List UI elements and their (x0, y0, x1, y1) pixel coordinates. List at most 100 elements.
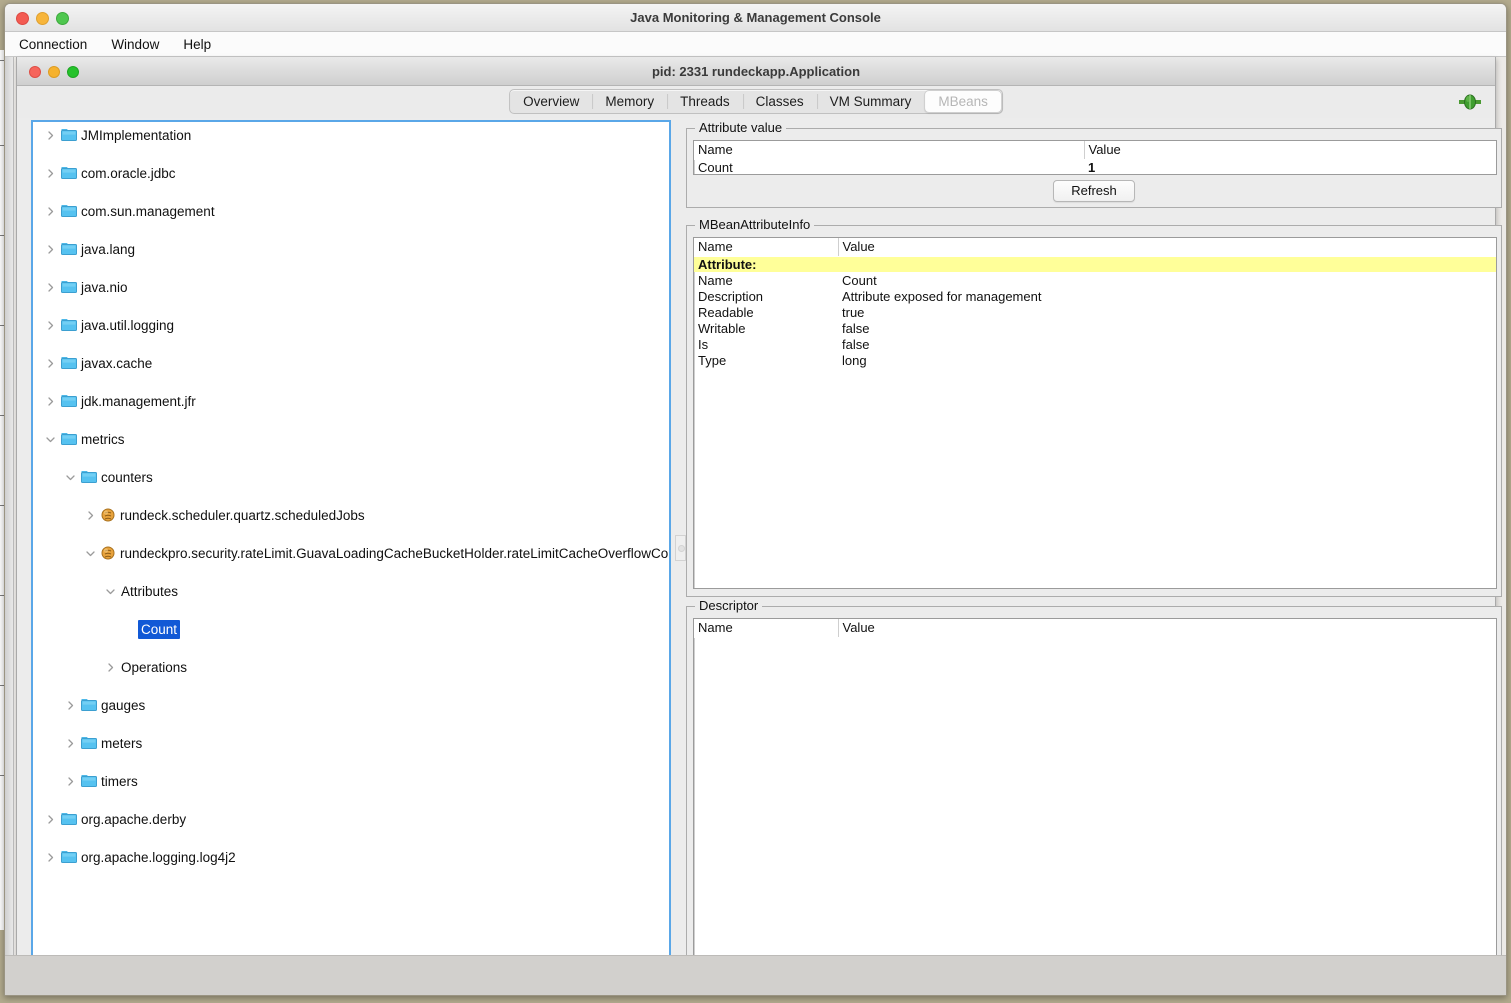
tree-item[interactable]: javax.cache (33, 354, 669, 373)
tree-item[interactable]: metrics (33, 430, 669, 449)
tree-item-label: Operations (121, 660, 188, 675)
tree-item[interactable]: Count (33, 620, 669, 639)
table-row[interactable]: Is false (694, 336, 1496, 352)
tree-item[interactable]: gauges (33, 696, 669, 715)
tree-item[interactable]: java.nio (33, 278, 669, 297)
attribute-value-header-row: Name Value (694, 141, 1496, 160)
tree-item[interactable]: rundeck.scheduler.quartz.scheduledJobs (33, 506, 669, 525)
tree-item[interactable]: counters (33, 468, 669, 487)
tree-item[interactable]: org.apache.logging.log4j2 (33, 848, 669, 867)
attribute-name-cell: Count (698, 159, 733, 175)
folder-icon (61, 204, 77, 219)
attribute-value-tablebox[interactable]: Name Value Count 1 (693, 140, 1497, 175)
descriptor-col-value[interactable]: Value (838, 619, 1496, 638)
attribute-value-col-value[interactable]: Value (1084, 141, 1496, 160)
descriptor-group: Descriptor Name Value (686, 598, 1502, 984)
table-row[interactable]: Name Count (694, 272, 1496, 288)
chevron-right-icon[interactable] (43, 202, 57, 221)
chevron-right-icon[interactable] (63, 696, 77, 715)
tab-overview[interactable]: Overview (510, 90, 592, 113)
attribute-value-group: Attribute value Name Value Count 1 Refre… (686, 120, 1502, 208)
mbean-detail-panel: Attribute value Name Value Count 1 Refre… (686, 120, 1502, 984)
tree-item[interactable]: Operations (33, 658, 669, 677)
attribute-value-table: Name Value Count 1 (694, 141, 1496, 175)
tree-item-label: rundeckpro.security.rateLimit.GuavaLoadi… (120, 546, 671, 561)
tree-item[interactable]: rundeckpro.security.rateLimit.GuavaLoadi… (33, 544, 669, 563)
descriptor-tablebox[interactable]: Name Value (693, 618, 1497, 976)
refresh-button[interactable]: Refresh (1053, 180, 1135, 202)
table-row[interactable]: Attribute: (694, 256, 1496, 272)
table-row[interactable]: Readable true (694, 304, 1496, 320)
mbean-tree-panel[interactable]: JMImplementation com.oracle.jdbc com.sun.m… (31, 120, 671, 965)
info-name-cell: Readable (698, 304, 754, 320)
tree-item-label: metrics (81, 432, 125, 447)
tab-mbeans[interactable]: MBeans (924, 90, 1002, 113)
table-row[interactable]: Type long (694, 352, 1496, 368)
tree-item[interactable]: Attributes (33, 582, 669, 601)
menu-window[interactable]: Window (99, 32, 171, 57)
tree-item[interactable]: jdk.management.jfr (33, 392, 669, 411)
chevron-right-icon[interactable] (43, 164, 57, 183)
mbean-icon (101, 508, 117, 523)
table-row[interactable]: Count 1 (694, 159, 1496, 175)
chevron-right-icon[interactable] (63, 772, 77, 791)
chevron-right-icon[interactable] (43, 848, 57, 867)
tree-item[interactable]: timers (33, 772, 669, 791)
tree-item[interactable]: com.oracle.jdbc (33, 164, 669, 183)
mdi-desktop: pid: 2331 rundeckapp.Application Overvie… (5, 57, 1506, 995)
attribute-value-title: Attribute value (695, 120, 787, 135)
descriptor-title: Descriptor (695, 598, 763, 613)
chevron-down-icon[interactable] (63, 468, 77, 487)
tab-classes[interactable]: Classes (742, 90, 817, 113)
info-name-cell: Type (698, 352, 727, 368)
tree-item-label: Count (138, 620, 181, 639)
table-row[interactable]: Description Attribute exposed for managem… (694, 288, 1496, 304)
tree-item[interactable]: org.apache.derby (33, 810, 669, 829)
tree-item[interactable]: com.sun.management (33, 202, 669, 221)
chevron-right-icon[interactable] (83, 506, 97, 525)
chevron-right-icon[interactable] (43, 316, 57, 335)
chevron-right-icon[interactable] (43, 278, 57, 297)
menu-help[interactable]: Help (171, 32, 223, 57)
split-pane-grip[interactable] (675, 535, 686, 561)
tree-item[interactable]: meters (33, 734, 669, 753)
tree-item-label: java.nio (81, 280, 128, 295)
tab-memory[interactable]: Memory (592, 90, 667, 113)
info-value-cell: long (842, 352, 867, 368)
chevron-right-icon[interactable] (43, 240, 57, 259)
mbean-tree[interactable]: JMImplementation com.oracle.jdbc com.sun.m… (33, 126, 669, 865)
split-pane-divider[interactable] (674, 120, 686, 965)
info-value-cell (838, 256, 1496, 272)
chevron-down-icon[interactable] (43, 430, 57, 449)
menu-bar: Connection Window Help (5, 32, 1506, 57)
tree-item[interactable]: java.util.logging (33, 316, 669, 335)
mbean-info-col-value[interactable]: Value (838, 238, 1496, 257)
tree-item-label: JMImplementation (81, 128, 192, 143)
chevron-right-icon[interactable] (43, 126, 57, 145)
mbean-info-col-name[interactable]: Name (694, 238, 839, 257)
table-row[interactable]: Writable false (694, 320, 1496, 336)
chevron-right-icon[interactable] (63, 734, 77, 753)
attribute-value-col-name[interactable]: Name (694, 141, 1085, 160)
chevron-right-icon[interactable] (43, 392, 57, 411)
folder-icon (61, 850, 77, 865)
mbean-attribute-info-tablebox[interactable]: Name Value Attribute: Name Count Descriptio… (693, 237, 1497, 589)
connect-plug-icon[interactable] (1459, 94, 1481, 110)
tree-item-label: java.util.logging (81, 318, 175, 333)
tree-item[interactable]: java.lang (33, 240, 669, 259)
chevron-down-icon[interactable] (83, 544, 97, 563)
chevron-right-icon[interactable] (43, 354, 57, 373)
tree-item[interactable]: JMImplementation (33, 126, 669, 145)
chevron-right-icon[interactable] (43, 810, 57, 829)
window-title: Java Monitoring & Management Console (630, 10, 881, 25)
chevron-down-icon[interactable] (103, 582, 117, 601)
tab-vm-summary[interactable]: VM Summary (816, 90, 925, 113)
descriptor-col-name[interactable]: Name (694, 619, 839, 638)
menu-connection[interactable]: Connection (7, 32, 99, 57)
folder-icon (61, 166, 77, 181)
chevron-right-icon[interactable] (103, 658, 117, 677)
internal-frame-title: pid: 2331 rundeckapp.Application (651, 64, 861, 79)
folder-icon (81, 470, 97, 485)
info-value-cell: false (842, 336, 870, 352)
tab-threads[interactable]: Threads (667, 90, 743, 113)
